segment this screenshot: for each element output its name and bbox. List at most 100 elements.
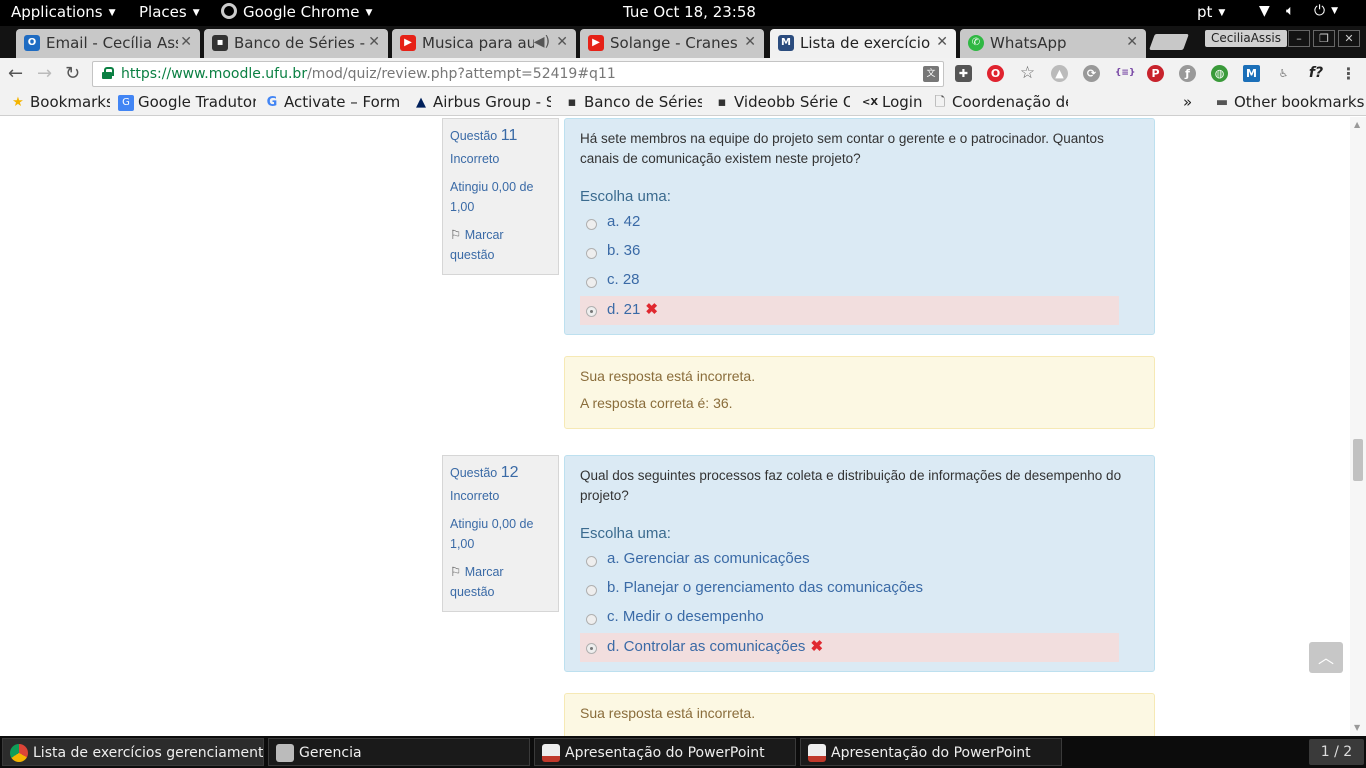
youtube-icon: ▶: [588, 35, 604, 51]
question-status: Incorreto: [450, 489, 500, 503]
taskbar-item-powerpoint-1[interactable]: Apresentação do PowerPoint: [534, 738, 796, 766]
flash-icon[interactable]: ƒ: [1179, 65, 1196, 82]
back-to-top-button[interactable]: ︿: [1309, 642, 1343, 673]
more-bookmarks-button[interactable]: »: [1183, 93, 1192, 111]
answer-option[interactable]: a. 42: [580, 209, 1119, 238]
scroll-up-icon[interactable]: ▲: [1354, 120, 1360, 129]
chrome-app-menu[interactable]: Google Chrome ▼: [221, 3, 372, 21]
answer-option-selected[interactable]: d. 21 ✖: [580, 296, 1119, 325]
close-icon[interactable]: ✕: [1126, 34, 1138, 50]
m-extension-icon[interactable]: M: [1243, 65, 1260, 82]
tab-email[interactable]: O Email - Cecília Assis ✕: [16, 29, 200, 58]
taskbar-item-gerencia[interactable]: Gerencia: [268, 738, 530, 766]
radio-button[interactable]: [586, 306, 597, 317]
answer-option[interactable]: c. 28: [580, 267, 1119, 296]
keyboard-layout-label: pt: [1197, 3, 1213, 21]
question-number: Questão 12: [450, 464, 519, 481]
power-icon[interactable]: ⏻ ▼: [1314, 3, 1338, 19]
radio-button[interactable]: [586, 219, 597, 230]
opera-icon[interactable]: O: [987, 65, 1004, 82]
bookmark-airbus[interactable]: ▲ Airbus Group - St: [413, 93, 551, 111]
formula-extension-icon[interactable]: f?: [1305, 65, 1327, 82]
close-icon[interactable]: ✕: [556, 34, 568, 50]
bookmark-star-icon[interactable]: ☆: [1019, 65, 1036, 82]
close-icon[interactable]: ✕: [368, 34, 380, 50]
profile-button[interactable]: CeciliaAssis: [1205, 30, 1288, 47]
translate-icon[interactable]: 文: [923, 66, 939, 82]
minimize-icon[interactable]: –: [1288, 30, 1310, 47]
bookmark-coordenacao[interactable]: 🗋︎ Coordenação de: [932, 93, 1068, 111]
radio-button[interactable]: [586, 643, 597, 654]
chrome-menu-icon[interactable]: ⋮: [1340, 65, 1357, 82]
tab-lista-exercicios[interactable]: M Lista de exercícios ✕: [770, 29, 956, 58]
taskbar-item-chrome[interactable]: Lista de exercícios gerenciamento ...: [2, 738, 264, 766]
tab-musica[interactable]: ▶ Musica para aum ◀︎) ✕: [392, 29, 576, 58]
answer-option-selected[interactable]: d. Controlar as comunicações ✖: [580, 633, 1119, 662]
maximize-icon[interactable]: ❐: [1313, 30, 1335, 47]
bookmark-login[interactable]: <X Login: [862, 93, 932, 111]
pinterest-icon[interactable]: P: [1147, 65, 1164, 82]
back-arrow-icon[interactable]: ←: [8, 63, 23, 84]
bookmark-activate[interactable]: G Activate – Format: [264, 93, 400, 111]
answer-option[interactable]: c. Medir o desempenho: [580, 604, 1119, 633]
flag-question-link[interactable]: ⚐ Marcar questão: [450, 225, 551, 265]
reload-icon[interactable]: ↻: [65, 63, 80, 84]
radio-button[interactable]: [586, 585, 597, 596]
radio-button[interactable]: [586, 556, 597, 567]
close-window-icon[interactable]: ✕: [1338, 30, 1360, 47]
scrollbar[interactable]: ▲ ▼: [1350, 117, 1366, 736]
question-box: Qual dos seguintes processos faz coleta …: [564, 455, 1155, 672]
question-number: Questão 11: [450, 127, 518, 144]
clock[interactable]: Tue Oct 18, 23:58: [623, 3, 756, 21]
scroll-down-icon[interactable]: ▼: [1354, 723, 1360, 732]
film-icon: ▪: [212, 35, 228, 51]
flag-question-link[interactable]: ⚐ Marcar questão: [450, 562, 551, 602]
tab-whatsapp[interactable]: ✆ WhatsApp ✕: [960, 29, 1146, 58]
sync-icon[interactable]: ⟳: [1083, 65, 1100, 82]
bookmark-label: Bookmarks: [30, 93, 110, 111]
places-menu[interactable]: Places ▼: [139, 3, 200, 21]
close-icon[interactable]: ✕: [936, 34, 948, 50]
other-bookmarks-label: Other bookmarks: [1234, 93, 1365, 111]
tab-solange[interactable]: ▶ Solange - Cranes in ✕: [580, 29, 764, 58]
tab-banco-series[interactable]: ▪ Banco de Séries - C ✕: [204, 29, 388, 58]
tab-label: Musica para aum: [422, 34, 534, 52]
taskbar-item-powerpoint-2[interactable]: Apresentação do PowerPoint: [800, 738, 1062, 766]
other-bookmarks[interactable]: ▬ Other bookmarks: [1214, 93, 1365, 111]
radio-button[interactable]: [586, 277, 597, 288]
url-path: /mod/quiz/review.php?attempt=52419#q11: [307, 66, 616, 82]
airbus-icon: ▲: [416, 95, 426, 110]
address-bar[interactable]: https://www.moodle.ufu.br/mod/quiz/revie…: [92, 61, 944, 87]
answer-option[interactable]: b. 36: [580, 238, 1119, 267]
question-status: Incorreto: [450, 152, 500, 166]
answer-option[interactable]: b. Planejar o gerenciamento das comunica…: [580, 575, 1119, 604]
bookmark-label: Activate – Format: [284, 93, 400, 111]
bookmark-banco-series[interactable]: ▪ Banco de Séries -: [564, 93, 702, 111]
bookmark-videobb[interactable]: ▪ Videobb Série On: [714, 93, 850, 111]
answer-option[interactable]: a. Gerenciar as comunicações: [580, 546, 1119, 575]
scrollbar-thumb[interactable]: [1353, 439, 1363, 481]
radio-button[interactable]: [586, 248, 597, 259]
url-host: www.moodle.ufu.br: [171, 66, 308, 82]
chevron-down-icon: ▼: [1218, 8, 1226, 18]
json-icon[interactable]: {≡}: [1115, 65, 1135, 82]
puzzle-extension-icon[interactable]: ✚: [955, 65, 972, 82]
bookmark-bookmarks[interactable]: ★ Bookmarks: [10, 93, 110, 111]
question-text: Qual dos seguintes processos faz coleta …: [580, 468, 1122, 503]
close-icon[interactable]: ✕: [744, 34, 756, 50]
workspace-switcher[interactable]: 1 / 2: [1309, 739, 1364, 765]
drive-icon[interactable]: ▲: [1051, 65, 1068, 82]
accessibility-icon[interactable]: ♿︎: [1275, 65, 1292, 82]
radio-button[interactable]: [586, 614, 597, 625]
forward-arrow-icon[interactable]: →: [37, 63, 52, 84]
keyboard-layout[interactable]: pt ▼: [1197, 3, 1225, 21]
globe-icon[interactable]: ◍: [1211, 65, 1228, 82]
applications-menu[interactable]: Applications ▼: [11, 3, 116, 21]
volume-icon[interactable]: 🔈︎: [1286, 3, 1294, 19]
new-tab-button[interactable]: [1149, 34, 1189, 50]
close-icon[interactable]: ✕: [180, 34, 192, 50]
wifi-icon[interactable]: ▼: [1259, 3, 1270, 19]
audio-playing-icon[interactable]: ◀︎): [534, 34, 550, 50]
flag-icon: ⚐: [450, 228, 462, 242]
bookmark-google-tradutor[interactable]: G Google Tradutor: [118, 93, 256, 111]
